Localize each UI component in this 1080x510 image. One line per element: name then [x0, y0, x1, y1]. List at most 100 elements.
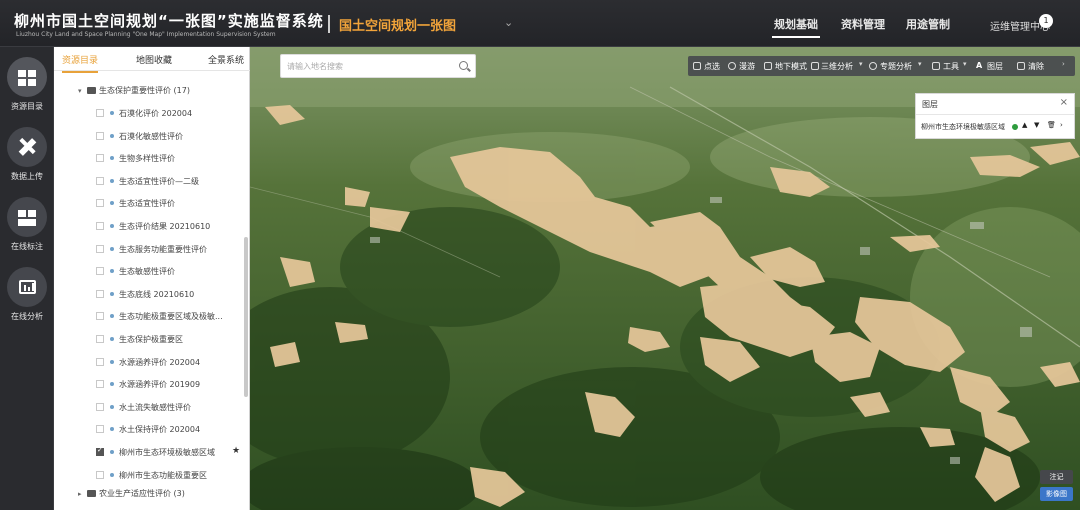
layer-list-item[interactable]: 生物多样性评价	[54, 149, 246, 169]
tool-thematic-analysis[interactable]: 专题分析	[880, 61, 912, 72]
tool-3d-analysis[interactable]: 三维分析	[821, 61, 853, 72]
panel-scrollbar[interactable]	[244, 237, 248, 397]
layer-panel: 图层 × 柳州市生态环境极敏感区域 ▲ ▼ 🗑 ›	[915, 93, 1075, 139]
group-label: 生态保护重要性评价	[99, 86, 171, 95]
favorite-star-icon[interactable]: ★	[232, 446, 240, 456]
caret-down-icon[interactable]: ▾	[78, 87, 82, 95]
layer-checkbox[interactable]	[96, 446, 104, 456]
layer-label: 生态功能极重要区域及极敏...	[119, 312, 223, 322]
layer-label: 水土保持评价 202004	[119, 425, 201, 435]
layer-checkbox[interactable]	[96, 335, 104, 343]
layer-dot-icon	[110, 337, 114, 341]
chevron-down-icon[interactable]: ▾	[918, 60, 922, 68]
annotation-label: 注记	[1049, 473, 1064, 481]
catalog-icon	[7, 57, 47, 97]
layer-checkbox[interactable]	[96, 312, 104, 321]
layer-checkbox[interactable]	[96, 470, 104, 479]
layer-dot-icon	[110, 133, 114, 138]
layer-list-item[interactable]: 柳州市生态功能极重要区	[54, 466, 246, 486]
layer-label: 生态适宜性评价	[119, 199, 175, 209]
layer-list-item[interactable]: 生态服务功能重要性评价	[54, 240, 246, 260]
more-icon[interactable]: ›	[1062, 60, 1065, 68]
layer-list-item[interactable]: 石漠化敏感性评价	[54, 127, 246, 147]
folder-icon	[87, 490, 96, 497]
tab-resource-catalog[interactable]: 资源目录	[62, 53, 99, 73]
tab-panorama[interactable]: 全景系统	[208, 53, 244, 66]
annotation-toggle[interactable]: 注记	[1040, 470, 1073, 484]
theme-icon	[869, 62, 877, 70]
layer-checkbox[interactable]	[96, 176, 104, 185]
search-icon[interactable]	[459, 61, 468, 70]
tool-clear[interactable]: 清除	[1028, 61, 1044, 72]
sidebar-item-catalog[interactable]: 资源目录	[0, 57, 54, 112]
trash-icon	[1017, 62, 1025, 70]
imagery-toggle[interactable]: 影像图	[1040, 487, 1073, 501]
search-input[interactable]	[287, 58, 457, 74]
layer-dot-icon	[110, 359, 114, 364]
ruler-pencil-icon	[7, 127, 47, 167]
layer-list-item[interactable]: 生态底线 20210610	[54, 285, 246, 305]
caret-right-icon[interactable]: ▸	[78, 490, 82, 498]
layer-list-item[interactable]: 水土保持评价 202004	[54, 420, 246, 440]
layer-checkbox[interactable]	[96, 154, 104, 163]
sidebar-item-upload[interactable]: 数据上传	[0, 127, 54, 182]
tab-map-favorites[interactable]: 地图收藏	[136, 53, 172, 66]
layer-list-item[interactable]: 生态适宜性评价	[54, 194, 246, 214]
layer-label: 柳州市生态功能极重要区	[119, 470, 207, 480]
chevron-down-icon[interactable]: ▾	[963, 60, 967, 68]
tool-roam[interactable]: 漫游	[739, 61, 755, 72]
trash-icon[interactable]: 🗑	[1047, 121, 1056, 129]
roam-icon	[728, 62, 736, 70]
layer-dot-icon	[110, 224, 114, 228]
chevron-down-icon[interactable]: ▾	[859, 60, 863, 68]
layer-checkbox[interactable]	[96, 402, 104, 411]
visibility-dot-icon[interactable]	[1012, 124, 1018, 130]
tree-group-agriculture[interactable]: ▸ 农业生产适应性评价 (3)	[54, 484, 246, 504]
group-count: (3)	[173, 489, 185, 498]
layer-checkbox[interactable]	[96, 244, 104, 253]
imagery-label: 影像图	[1046, 490, 1067, 498]
layer-checkbox[interactable]	[96, 380, 104, 389]
pointer-icon	[693, 62, 701, 70]
group-count: (17)	[173, 86, 190, 95]
layer-list-item[interactable]: 生态评价结果 20210610	[54, 217, 246, 237]
layer-checkbox[interactable]	[96, 131, 104, 140]
layer-list-item[interactable]: 生态适宜性评价—二级	[54, 172, 246, 192]
layer-checkbox[interactable]	[96, 199, 104, 208]
layer-list-item[interactable]: 生态敏感性评价	[54, 262, 246, 282]
layer-label: 生态适宜性评价—二级	[119, 176, 199, 186]
nav-planning-basis[interactable]: 规划基础	[772, 16, 820, 38]
layer-list-item[interactable]: 生态功能极重要区域及极敏...	[54, 307, 246, 327]
layer-list-item[interactable]: 水源涵养评价 202004	[54, 353, 246, 373]
layer-label: 生态敏感性评价	[119, 267, 175, 277]
tool-select[interactable]: 点选	[704, 61, 720, 72]
tool-tools[interactable]: 工具	[943, 61, 959, 72]
layer-checkbox[interactable]	[96, 357, 104, 366]
chevron-right-icon[interactable]: ›	[1060, 121, 1063, 129]
chevron-down-icon[interactable]: ⌄	[504, 16, 513, 29]
sidebar-item-annotate[interactable]: 在线标注	[0, 197, 54, 252]
layer-list-item[interactable]: 水源涵养评价 201909	[54, 375, 246, 395]
module-title[interactable]: 国土空间规划一张图	[339, 15, 456, 34]
layer-dot-icon	[110, 291, 114, 296]
tree-group-ecology[interactable]: ▾ 生态保护重要性评价 (17)	[54, 81, 246, 101]
sidebar-item-analysis[interactable]: 在线分析	[0, 267, 54, 322]
layer-list-item[interactable]: 柳州市生态环境极敏感区域 ★	[54, 443, 246, 463]
layer-checkbox[interactable]	[96, 109, 104, 117]
layer-checkbox[interactable]	[96, 425, 104, 434]
layer-checkbox[interactable]	[96, 289, 104, 298]
layer-item-label[interactable]: 柳州市生态环境极敏感区域	[921, 122, 1005, 132]
layer-checkbox[interactable]	[96, 267, 104, 276]
layer-list-item[interactable]: 生态保护极重要区	[54, 330, 246, 350]
notification-badge[interactable]	[1039, 14, 1053, 28]
nav-data-management[interactable]: 资料管理	[841, 16, 885, 32]
move-up-icon[interactable]: ▲	[1022, 121, 1027, 129]
layer-list-item[interactable]: 水土流失敏感性评价	[54, 398, 246, 418]
tool-layers[interactable]: 图层	[987, 61, 1003, 72]
close-icon[interactable]: ×	[1060, 97, 1068, 108]
layer-list-item[interactable]: 石漠化评价 202004	[54, 104, 246, 124]
move-down-icon[interactable]: ▼	[1034, 121, 1039, 129]
layer-checkbox[interactable]	[96, 222, 104, 230]
nav-use-control[interactable]: 用途管制	[906, 16, 950, 32]
tool-underground-mode[interactable]: 地下模式	[775, 61, 807, 72]
